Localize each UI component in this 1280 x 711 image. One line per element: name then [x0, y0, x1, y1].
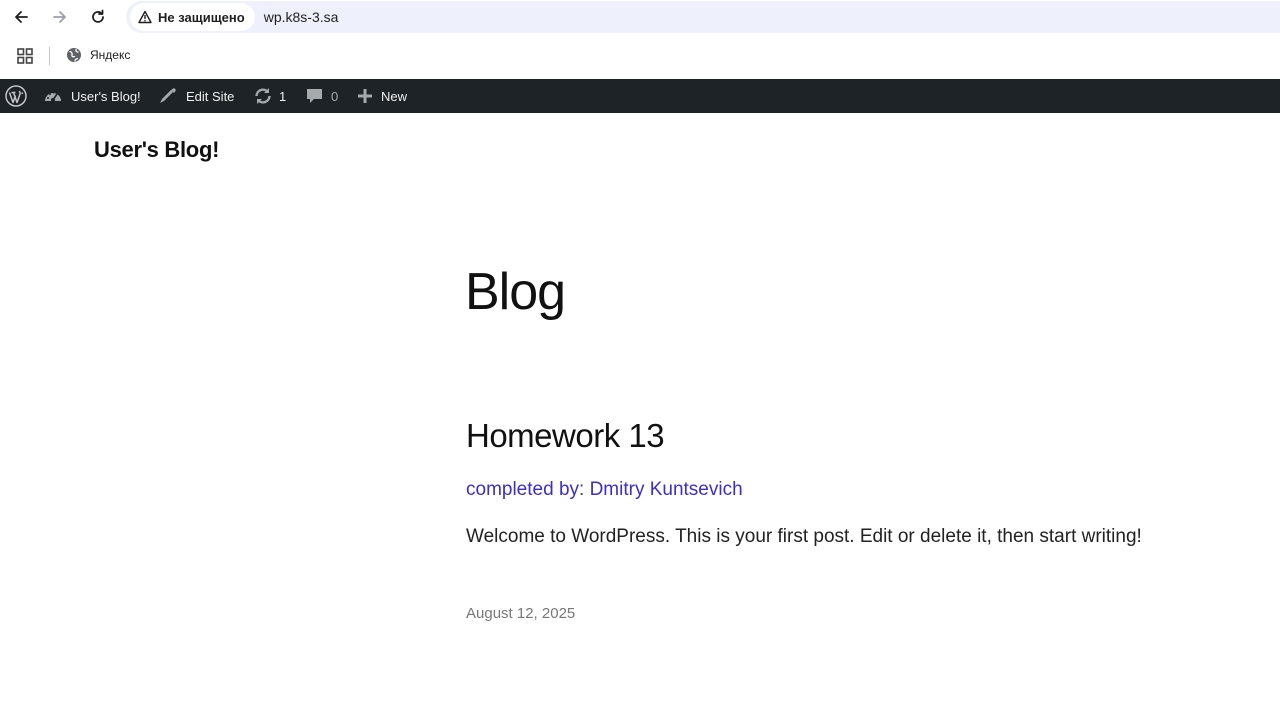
post-subtitle: completed by: Dmitry Kuntsevich: [466, 479, 743, 500]
site-name-label: User's Blog!: [71, 88, 141, 104]
reload-button[interactable]: [86, 5, 110, 29]
adminbar-comments[interactable]: 0: [305, 79, 338, 113]
apps-grid-icon[interactable]: [17, 48, 33, 64]
plus-icon: [358, 89, 372, 103]
wp-logo-button[interactable]: [5, 79, 27, 113]
new-label: New: [381, 88, 408, 104]
forward-button[interactable]: [48, 5, 72, 29]
post-excerpt: Welcome to WordPress. This is your first…: [466, 526, 1142, 547]
warning-icon: [138, 10, 152, 24]
post-date[interactable]: August 12, 2025: [466, 605, 575, 622]
bookmarks-bar: Яндекс: [0, 35, 1280, 78]
back-arrow-icon: [15, 11, 28, 23]
dashboard-icon: [45, 91, 61, 102]
forward-arrow-icon: [53, 11, 66, 23]
wp-admin-bar: User's Blog! Edit Site 1 0 New: [0, 79, 1280, 113]
adminbar-site-name[interactable]: User's Blog!: [43, 79, 141, 113]
brush-icon: [160, 88, 176, 103]
comments-count: 0: [331, 88, 339, 104]
bookmark-item[interactable]: Яндекс: [66, 47, 130, 63]
bookmarks-divider: [49, 47, 50, 65]
wordpress-logo-icon: [5, 85, 27, 107]
adminbar-edit-site[interactable]: Edit Site: [158, 79, 234, 113]
adminbar-new[interactable]: New: [357, 79, 407, 113]
updates-icon: [255, 88, 271, 104]
page-heading: Blog: [465, 263, 566, 321]
url-text[interactable]: wp.k8s-3.sa: [264, 9, 339, 25]
updates-count: 1: [279, 88, 287, 104]
bookmark-label: Яндекс: [90, 48, 131, 62]
post-title[interactable]: Homework 13: [466, 417, 665, 455]
site-title[interactable]: User's Blog!: [94, 137, 219, 163]
security-label: Не защищено: [158, 9, 245, 25]
back-button[interactable]: [9, 5, 33, 29]
comment-bubble-icon: [307, 89, 322, 103]
address-bar[interactable]: Не защищено wp.k8s-3.sa: [126, 1, 1280, 33]
globe-icon: [67, 48, 81, 62]
edit-site-label: Edit Site: [186, 88, 235, 104]
reload-icon: [92, 9, 104, 23]
browser-toolbar: Не защищено wp.k8s-3.sa: [0, 0, 1280, 35]
adminbar-updates[interactable]: 1: [253, 79, 286, 113]
security-chip[interactable]: Не защищено: [130, 3, 255, 31]
